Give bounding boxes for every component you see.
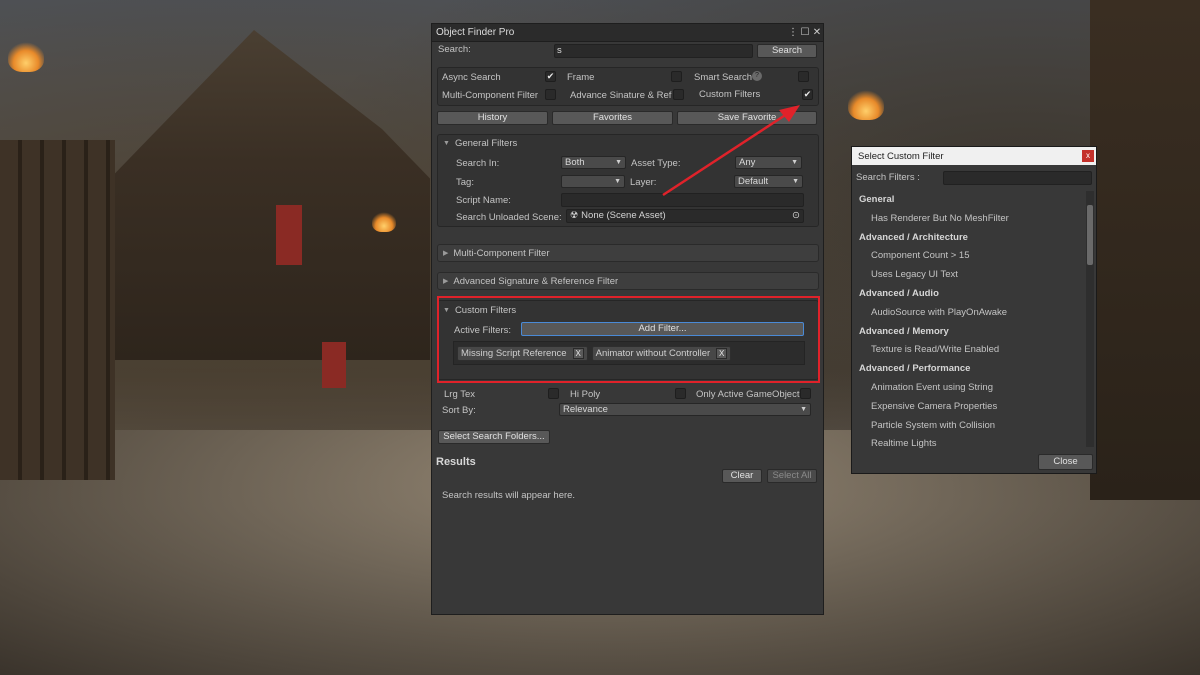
async-search-checkbox[interactable]: ✔ bbox=[545, 71, 556, 82]
search-filters-label: Search Filters : bbox=[856, 172, 920, 183]
filter-list: General Has Renderer But No MeshFilter Adv… bbox=[854, 191, 1088, 449]
background-hut bbox=[110, 30, 430, 360]
only-active-checkbox[interactable] bbox=[800, 388, 811, 399]
object-picker-icon[interactable]: ⊙ bbox=[792, 210, 800, 222]
window-title: Object Finder Pro bbox=[436, 27, 515, 38]
smart-search-checkbox[interactable] bbox=[798, 71, 809, 82]
torch-flame bbox=[848, 90, 884, 120]
banner-decoration bbox=[322, 342, 346, 388]
search-in-value: Both bbox=[565, 157, 585, 168]
multi-component-checkbox[interactable] bbox=[545, 89, 556, 100]
unloaded-scene-field[interactable]: ☢ None (Scene Asset) ⊙ bbox=[566, 209, 804, 223]
tag-dropdown[interactable]: ▼ bbox=[561, 175, 625, 188]
general-filters-title: General Filters bbox=[454, 138, 518, 149]
smart-search-label: Smart Search bbox=[694, 72, 753, 83]
filter-option[interactable]: Has Renderer But No MeshFilter bbox=[854, 210, 1088, 229]
arrow-head bbox=[779, 105, 800, 122]
script-name-label: Script Name: bbox=[456, 195, 511, 206]
search-input[interactable]: s bbox=[554, 44, 753, 58]
kebab-menu-icon[interactable]: ⋮ bbox=[787, 27, 799, 38]
background-fence bbox=[0, 140, 115, 480]
filter-category: Advanced / Performance bbox=[859, 363, 971, 375]
expanded-triangle-icon: ▼ bbox=[443, 140, 450, 147]
frame-label: Frame bbox=[567, 72, 595, 83]
search-in-label: Search In: bbox=[456, 158, 500, 169]
hi-poly-label: Hi Poly bbox=[570, 389, 601, 400]
dropdown-arrow-icon: ▼ bbox=[800, 406, 807, 413]
annotation-arrow bbox=[662, 105, 800, 197]
filter-option[interactable]: Uses Legacy UI Text bbox=[854, 266, 1088, 285]
help-icon[interactable]: ? bbox=[752, 71, 762, 81]
filter-option[interactable]: AudioSource with PlayOnAwake bbox=[854, 304, 1088, 323]
highlight-box bbox=[437, 296, 820, 383]
dialog-close-icon[interactable]: x bbox=[1082, 150, 1094, 162]
filter-option[interactable]: Realtime Lights bbox=[854, 435, 1088, 449]
window-titlebar[interactable]: Object Finder Pro ⋮ ☐ ✕ bbox=[432, 24, 823, 42]
collapsed-triangle-icon: ▶ bbox=[443, 250, 449, 257]
unloaded-scene-value: None (Scene Asset) bbox=[581, 210, 666, 221]
lrg-tex-label: Lrg Tex bbox=[444, 389, 475, 400]
filter-option[interactable]: Expensive Camera Properties bbox=[854, 398, 1088, 417]
search-label: Search: bbox=[438, 44, 471, 55]
sort-by-value: Relevance bbox=[563, 404, 608, 415]
frame-checkbox[interactable] bbox=[671, 71, 682, 82]
history-button[interactable]: History bbox=[437, 111, 548, 125]
arrow-line bbox=[662, 108, 794, 197]
sort-by-dropdown[interactable]: Relevance ▼ bbox=[559, 403, 811, 416]
custom-filters-label: Custom Filters bbox=[699, 89, 761, 100]
dialog-titlebar[interactable]: Select Custom Filter bbox=[852, 147, 1096, 165]
lrg-tex-checkbox[interactable] bbox=[548, 388, 559, 399]
torch-flame bbox=[8, 42, 44, 72]
select-folders-button[interactable]: Select Search Folders... bbox=[438, 430, 550, 444]
search-in-dropdown[interactable]: Both ▼ bbox=[561, 156, 626, 169]
filter-category: Advanced / Architecture bbox=[859, 231, 968, 243]
multi-component-foldout[interactable]: ▶ Multi-Component Filter bbox=[437, 244, 819, 262]
search-row: Search: bbox=[438, 44, 471, 55]
maximize-icon[interactable]: ☐ bbox=[799, 27, 811, 38]
banner-decoration bbox=[276, 205, 302, 265]
dialog-close-button[interactable]: Close bbox=[1038, 454, 1093, 470]
select-custom-filter-dialog: Select Custom Filter x Search Filters : … bbox=[851, 146, 1097, 474]
torch-flame bbox=[372, 212, 396, 232]
advanced-signature-foldout[interactable]: ▶ Advanced Signature & Reference Filter bbox=[437, 272, 819, 290]
results-placeholder: Search results will appear here. bbox=[442, 490, 576, 501]
select-all-button[interactable]: Select All bbox=[767, 469, 817, 483]
filter-category: Advanced / Audio bbox=[859, 287, 939, 299]
close-icon[interactable]: ✕ bbox=[811, 27, 823, 38]
layer-label: Layer: bbox=[630, 177, 657, 188]
collapsed-triangle-icon: ▶ bbox=[443, 278, 449, 285]
only-active-label: Only Active GameObject bbox=[696, 389, 800, 400]
clear-button[interactable]: Clear bbox=[722, 469, 762, 483]
hi-poly-checkbox[interactable] bbox=[675, 388, 686, 399]
filter-option[interactable]: Animation Event using String bbox=[854, 379, 1088, 398]
advanced-signature-foldout-title: Advanced Signature & Reference Filter bbox=[453, 275, 619, 287]
filter-option[interactable]: Particle System with Collision bbox=[854, 417, 1088, 436]
multi-component-label: Multi-Component Filter bbox=[442, 90, 539, 101]
tag-label: Tag: bbox=[456, 177, 474, 188]
filter-list-scrollbar[interactable] bbox=[1086, 191, 1094, 447]
custom-filters-checkbox[interactable]: ✔ bbox=[802, 89, 813, 100]
scrollbar-thumb[interactable] bbox=[1087, 205, 1093, 265]
background-right-structure bbox=[1090, 0, 1200, 500]
search-filters-input[interactable] bbox=[943, 171, 1092, 185]
dropdown-arrow-icon: ▼ bbox=[614, 178, 621, 185]
multi-component-foldout-title: Multi-Component Filter bbox=[453, 247, 550, 259]
sort-by-label: Sort By: bbox=[442, 405, 476, 416]
results-title: Results bbox=[436, 456, 476, 468]
advance-signature-checkbox[interactable] bbox=[673, 89, 684, 100]
filter-option[interactable]: Component Count > 15 bbox=[854, 247, 1088, 266]
general-filters-header[interactable]: ▼ General Filters bbox=[443, 138, 517, 149]
dropdown-arrow-icon: ▼ bbox=[615, 159, 622, 166]
filter-category: General bbox=[859, 194, 895, 205]
filter-option[interactable]: Texture is Read/Write Enabled bbox=[854, 341, 1088, 360]
filter-category: Advanced / Memory bbox=[859, 325, 949, 337]
unloaded-scene-label: Search Unloaded Scene: bbox=[456, 212, 562, 223]
dialog-title: Select Custom Filter bbox=[858, 150, 944, 162]
async-search-label: Async Search bbox=[442, 72, 501, 83]
scene-asset-icon: ☢ bbox=[570, 210, 579, 221]
search-button[interactable]: Search bbox=[757, 44, 817, 58]
